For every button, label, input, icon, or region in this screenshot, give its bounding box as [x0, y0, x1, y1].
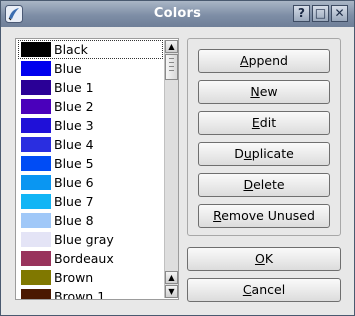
color-name: Blue 8	[54, 213, 94, 228]
titlebar[interactable]: Colors ? □ ✕	[1, 1, 354, 27]
close-button[interactable]: ✕	[331, 5, 348, 22]
color-swatch	[21, 213, 51, 228]
list-item[interactable]: Black	[18, 40, 163, 59]
arrow-down-icon: ▼	[168, 287, 175, 296]
color-name: Blue 2	[54, 99, 94, 114]
dialog-body: Black Blue Blue 1 Blue 2 Blue 3 Blue 4 Blue 5 B…	[1, 27, 354, 315]
list-item[interactable]: Blue 3	[18, 116, 163, 135]
color-name: Blue 5	[54, 156, 94, 171]
color-name: Brown	[54, 270, 94, 285]
color-swatch	[21, 118, 51, 133]
help-icon: ?	[298, 6, 305, 20]
color-swatch	[21, 80, 51, 95]
color-name: Blue 4	[54, 137, 94, 152]
scroll-thumb[interactable]	[165, 54, 178, 80]
color-name: Brown 1	[54, 289, 106, 300]
color-swatch	[21, 42, 51, 57]
delete-button[interactable]: Delete	[198, 173, 330, 197]
list-item[interactable]: Brown 1	[18, 287, 163, 300]
color-name: Blue 1	[54, 80, 94, 95]
list-item[interactable]: Blue 2	[18, 97, 163, 116]
button-label: Remove Unused	[213, 208, 315, 223]
color-swatch	[21, 251, 51, 266]
color-name: Blue 6	[54, 175, 94, 190]
close-icon: ✕	[334, 6, 345, 20]
button-label: OK	[254, 251, 274, 266]
list-item[interactable]: Blue 4	[18, 135, 163, 154]
help-button[interactable]: ?	[293, 5, 310, 22]
color-swatch	[21, 289, 51, 299]
new-button[interactable]: New	[198, 80, 330, 104]
remove-unused-button[interactable]: Remove Unused	[198, 204, 330, 228]
color-swatch	[21, 99, 51, 114]
duplicate-button[interactable]: Duplicate	[198, 142, 330, 166]
color-swatch	[21, 175, 51, 190]
color-name: Blue gray	[54, 232, 114, 247]
cancel-button[interactable]: Cancel	[187, 278, 341, 302]
color-list[interactable]: Black Blue Blue 1 Blue 2 Blue 3 Blue 4 Blue 5 B…	[15, 38, 179, 300]
actions-group: Append New Edit Duplicate Delete Remove …	[187, 38, 341, 236]
color-swatch	[21, 194, 51, 209]
list-item[interactable]: Blue	[18, 59, 163, 78]
color-swatch	[21, 270, 51, 285]
colors-dialog: Colors ? □ ✕ Black Blue Blue 1 Blue 2 Blue 3…	[0, 0, 355, 316]
button-label: New	[250, 84, 278, 99]
maximize-icon: □	[314, 6, 327, 20]
color-swatch	[21, 156, 51, 171]
list-item[interactable]: Blue 8	[18, 211, 163, 230]
ok-button[interactable]: OK	[187, 247, 341, 271]
arrow-up-icon: ▲	[168, 42, 175, 51]
append-button[interactable]: Append	[198, 49, 330, 73]
list-item[interactable]: Blue gray	[18, 230, 163, 249]
color-name: Blue 3	[54, 118, 94, 133]
edit-button[interactable]: Edit	[198, 111, 330, 135]
list-item[interactable]: Blue 7	[18, 192, 163, 211]
scroll-up-button[interactable]: ▲	[165, 40, 178, 53]
list-item[interactable]: Brown	[18, 268, 163, 287]
button-label: Duplicate	[234, 146, 294, 161]
button-label: Delete	[243, 177, 285, 192]
maximize-button[interactable]: □	[312, 5, 329, 22]
button-label: Edit	[251, 115, 277, 130]
list-scrollbar[interactable]: ▲ ▲ ▼	[164, 40, 178, 298]
list-item[interactable]: Blue 5	[18, 154, 163, 173]
color-name: Blue 7	[54, 194, 94, 209]
button-label: Cancel	[242, 282, 286, 297]
arrow-up-icon: ▲	[168, 273, 175, 282]
color-name: Blue	[54, 61, 82, 76]
color-swatch	[21, 137, 51, 152]
color-name: Bordeaux	[54, 251, 114, 266]
button-label: Append	[240, 53, 288, 68]
scroll-down-button[interactable]: ▼	[165, 285, 178, 298]
scroll-up-button-lower[interactable]: ▲	[165, 271, 178, 284]
list-item[interactable]: Bordeaux	[18, 249, 163, 268]
color-swatch	[21, 61, 51, 76]
color-name: Black	[54, 42, 88, 57]
list-item[interactable]: Blue 1	[18, 78, 163, 97]
list-item[interactable]: Blue 6	[18, 173, 163, 192]
color-swatch	[21, 232, 51, 247]
